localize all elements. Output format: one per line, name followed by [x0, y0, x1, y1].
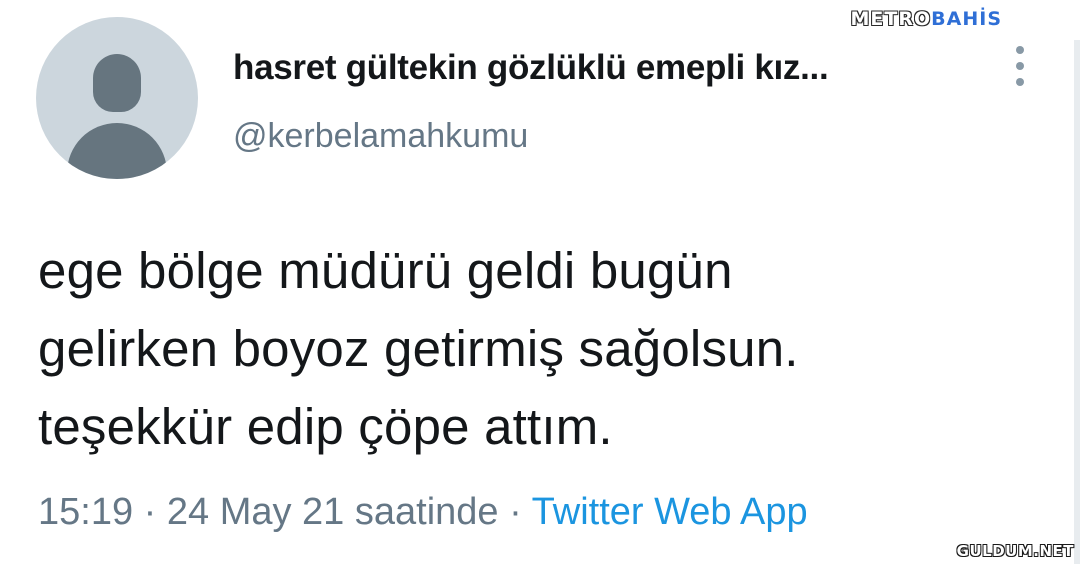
tweet-meta: 15:19 · 24 May 21 saatinde · Twitter Web…: [38, 491, 808, 534]
tweet-line: ege bölge müdürü geldi bugün: [38, 242, 733, 299]
watermark-brand-part2: BAHİS: [931, 8, 1002, 30]
more-vertical-icon[interactable]: [1012, 46, 1028, 86]
scrollbar-track: [1074, 40, 1080, 564]
tweet-source-link[interactable]: Twitter Web App: [532, 491, 808, 533]
tweet-time[interactable]: 15:19: [38, 491, 133, 533]
meta-separator: ·: [133, 491, 167, 533]
avatar[interactable]: [36, 17, 198, 179]
watermark-footer: GULDUM.NET: [956, 542, 1074, 560]
menu-dot: [1016, 78, 1024, 86]
meta-separator: ·: [498, 491, 532, 533]
tweet-date[interactable]: 24 May 21 saatinde: [167, 491, 499, 533]
default-profile-shoulders: [67, 123, 167, 179]
user-handle[interactable]: @kerbelamahkumu: [233, 117, 528, 156]
display-name[interactable]: hasret gültekin gözlüklü emepli kız...: [233, 48, 829, 88]
watermark-logo: METROBAHİS: [851, 8, 1002, 30]
tweet-text: ege bölge müdürü geldi bugün gelirken bo…: [38, 232, 1038, 466]
menu-dot: [1016, 46, 1024, 54]
tweet-line: gelirken boyoz getirmiş sağolsun.: [38, 320, 799, 377]
tweet-line: teşekkür edip çöpe attım.: [38, 398, 613, 455]
menu-dot: [1016, 62, 1024, 70]
default-profile-icon: [93, 54, 141, 112]
watermark-brand-part1: METRO: [850, 8, 932, 30]
